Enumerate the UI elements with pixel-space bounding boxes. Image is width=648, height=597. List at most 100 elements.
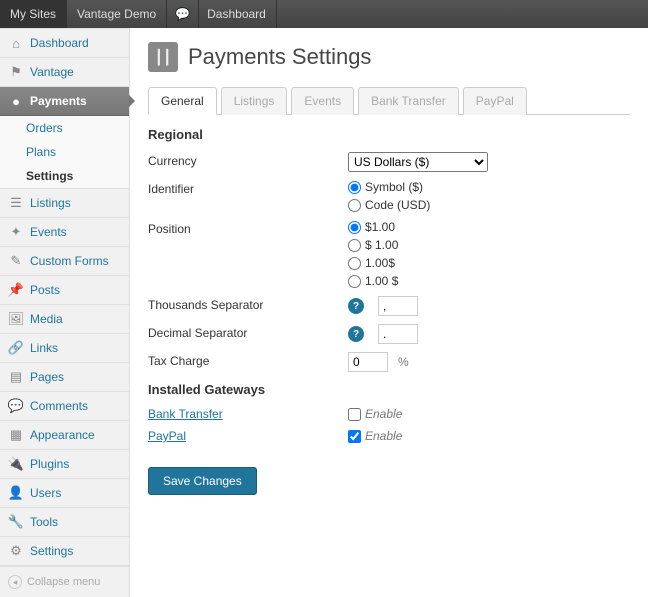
sidebar-item-label: Payments	[30, 94, 87, 108]
pages-icon: ▤	[8, 369, 24, 385]
help-icon[interactable]: ?	[348, 298, 364, 314]
settings-icon: ⚙	[8, 543, 24, 559]
decimal-input[interactable]	[378, 324, 418, 344]
sidebar-item-plugins[interactable]: 🔌 Plugins	[0, 450, 129, 479]
currency-label: Currency	[148, 152, 348, 168]
sidebar-item-events[interactable]: ✦ Events	[0, 218, 129, 247]
events-icon: ✦	[8, 224, 24, 240]
adminbar-sitename[interactable]: Vantage Demo	[67, 0, 167, 28]
posts-icon: 📌	[8, 282, 24, 298]
sidebar-item-customforms[interactable]: ✎ Custom Forms	[0, 247, 129, 276]
identifier-code-radio[interactable]	[348, 199, 361, 212]
appearance-icon: ▦	[8, 427, 24, 443]
tab-listings[interactable]: Listings	[221, 87, 288, 115]
percent-label: %	[398, 355, 409, 369]
identifier-code[interactable]: Code (USD)	[348, 198, 430, 212]
users-icon: 👤	[8, 485, 24, 501]
forms-icon: ✎	[8, 253, 24, 269]
sidebar-item-label: Pages	[30, 370, 64, 384]
tab-bar: General Listings Events Bank Transfer Pa…	[148, 86, 630, 115]
tab-bank-transfer[interactable]: Bank Transfer	[358, 87, 459, 115]
listings-icon: ☰	[8, 195, 24, 211]
tax-label: Tax Charge	[148, 352, 348, 368]
sidebar-item-label: Media	[30, 312, 63, 326]
app-icon: ⚑	[8, 64, 24, 80]
identifier-symbol[interactable]: Symbol ($)	[348, 180, 430, 194]
tab-events[interactable]: Events	[291, 87, 354, 115]
tools-icon: 🔧	[8, 514, 24, 530]
section-regional: Regional	[148, 127, 630, 142]
gateway-paypal-link[interactable]: PayPal	[148, 429, 348, 443]
sidebar-item-label: Plugins	[30, 457, 69, 471]
sidebar-item-label: Custom Forms	[30, 254, 109, 268]
page-title: Payments Settings	[188, 44, 371, 70]
adminbar-mysites[interactable]: My Sites	[0, 0, 67, 28]
media-icon: 🖼	[8, 311, 24, 327]
gateway-paypal-checkbox[interactable]	[348, 430, 361, 443]
submenu-settings[interactable]: Settings	[0, 164, 129, 188]
admin-sidebar: ⌂ Dashboard ⚑ Vantage ● Payments Orders Pla…	[0, 28, 130, 597]
collapse-menu[interactable]: ◂Collapse menu	[0, 566, 129, 597]
sidebar-item-label: Posts	[30, 283, 60, 297]
save-button[interactable]: Save Changes	[148, 467, 257, 495]
payments-icon: ●	[8, 93, 24, 109]
sidebar-item-label: Users	[30, 486, 61, 500]
tax-input[interactable]	[348, 352, 388, 372]
position-opt-2[interactable]: $ 1.00	[348, 238, 398, 252]
comment-icon[interactable]: 💬	[167, 0, 199, 28]
tab-general[interactable]: General	[148, 87, 217, 115]
gateway-bank-enable[interactable]: Enable	[348, 407, 402, 421]
home-icon: ⌂	[8, 35, 24, 51]
thousands-label: Thousands Separator	[148, 296, 348, 312]
payments-heading-icon: ┃┃	[148, 42, 178, 72]
position-radio-1[interactable]	[348, 221, 361, 234]
thousands-input[interactable]	[378, 296, 418, 316]
sidebar-item-links[interactable]: 🔗 Links	[0, 334, 129, 363]
page-heading: ┃┃ Payments Settings	[148, 42, 630, 72]
sidebar-item-tools[interactable]: 🔧Tools	[0, 508, 129, 537]
sidebar-item-label: Appearance	[30, 428, 95, 442]
decimal-label: Decimal Separator	[148, 324, 348, 340]
position-opt-4[interactable]: 1.00 $	[348, 274, 398, 288]
main-content: ┃┃ Payments Settings General Listings Ev…	[130, 28, 648, 597]
sidebar-item-label: Events	[30, 225, 67, 239]
position-radio-4[interactable]	[348, 275, 361, 288]
sidebar-item-settings[interactable]: ⚙Settings	[0, 537, 129, 566]
identifier-label: Identifier	[148, 180, 348, 196]
collapse-icon: ◂	[8, 575, 22, 589]
tab-paypal[interactable]: PayPal	[463, 87, 527, 115]
submenu-plans[interactable]: Plans	[0, 140, 129, 164]
sidebar-item-label: Links	[30, 341, 58, 355]
sidebar-item-media[interactable]: 🖼 Media	[0, 305, 129, 334]
gateway-bank-link[interactable]: Bank Transfer	[148, 407, 348, 421]
identifier-symbol-radio[interactable]	[348, 181, 361, 194]
sidebar-item-label: Comments	[30, 399, 88, 413]
help-icon[interactable]: ?	[348, 326, 364, 342]
adminbar-dashboard[interactable]: Dashboard	[199, 0, 277, 28]
sidebar-item-label: Dashboard	[30, 36, 89, 50]
admin-bar: My Sites Vantage Demo 💬 Dashboard	[0, 0, 648, 28]
plugins-icon: 🔌	[8, 456, 24, 472]
sidebar-item-posts[interactable]: 📌 Posts	[0, 276, 129, 305]
sidebar-item-vantage[interactable]: ⚑ Vantage	[0, 58, 129, 87]
position-opt-1[interactable]: $1.00	[348, 220, 398, 234]
sidebar-item-dashboard[interactable]: ⌂ Dashboard	[0, 28, 129, 58]
position-radio-3[interactable]	[348, 257, 361, 270]
position-opt-3[interactable]: 1.00$	[348, 256, 398, 270]
sidebar-item-users[interactable]: 👤 Users	[0, 479, 129, 508]
submenu-orders[interactable]: Orders	[0, 116, 129, 140]
gateway-paypal-enable[interactable]: Enable	[348, 429, 402, 443]
sidebar-item-label: Vantage	[30, 65, 74, 79]
position-label: Position	[148, 220, 348, 236]
sidebar-item-payments[interactable]: ● Payments	[0, 87, 129, 116]
currency-select[interactable]: US Dollars ($)	[348, 152, 488, 172]
gateway-bank-checkbox[interactable]	[348, 408, 361, 421]
sidebar-item-comments[interactable]: 💬 Comments	[0, 392, 129, 421]
sidebar-item-listings[interactable]: ☰Listings	[0, 189, 129, 218]
position-radio-2[interactable]	[348, 239, 361, 252]
links-icon: 🔗	[8, 340, 24, 356]
comments-icon: 💬	[8, 398, 24, 414]
sidebar-item-pages[interactable]: ▤ Pages	[0, 363, 129, 392]
sidebar-item-appearance[interactable]: ▦ Appearance	[0, 421, 129, 450]
section-gateways: Installed Gateways	[148, 382, 630, 397]
